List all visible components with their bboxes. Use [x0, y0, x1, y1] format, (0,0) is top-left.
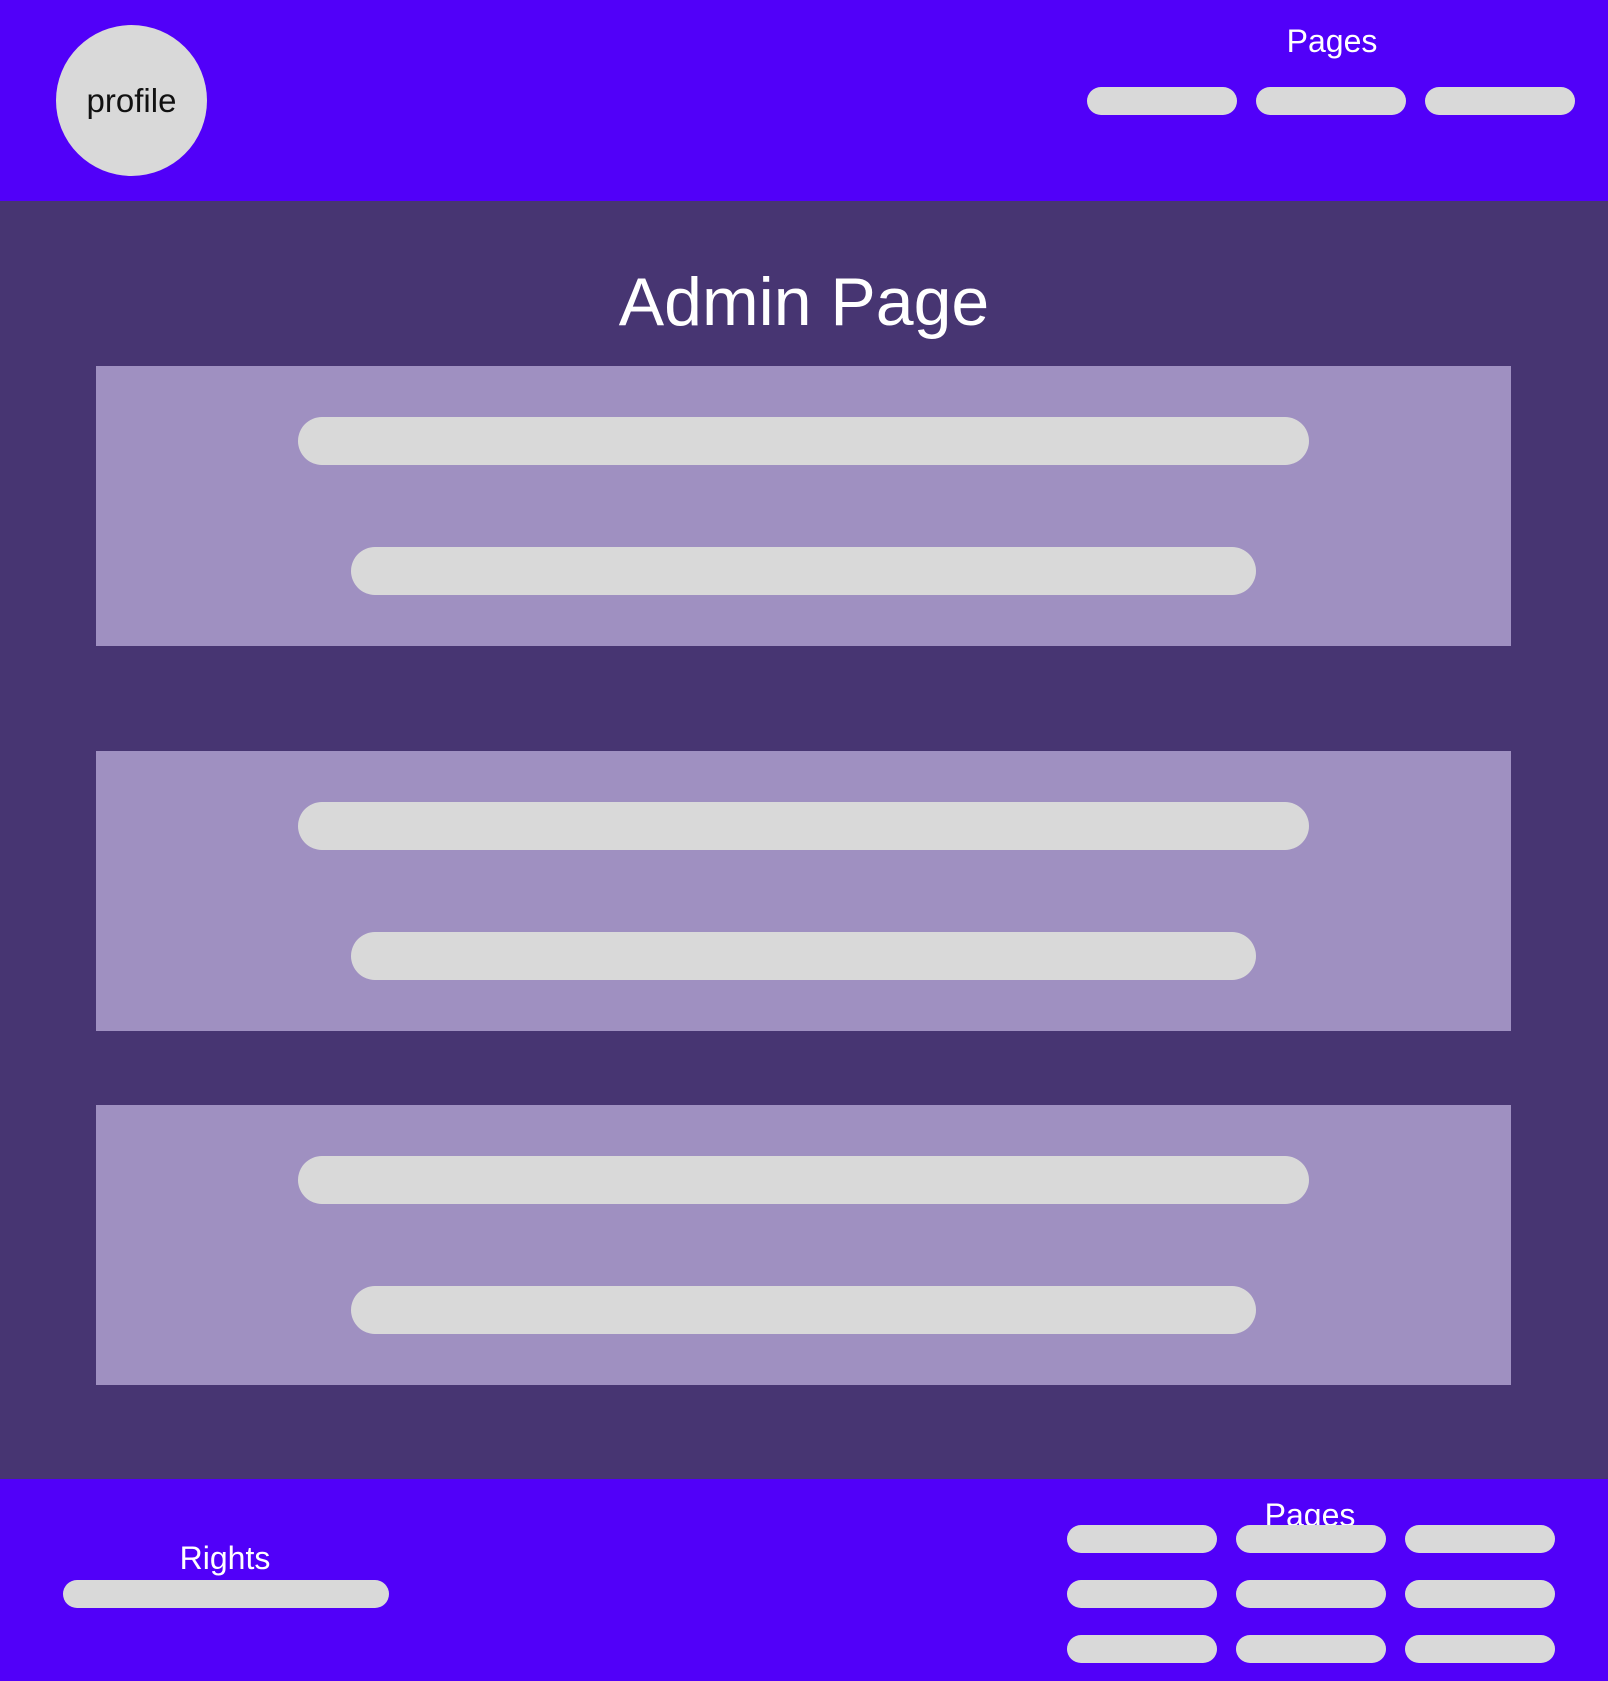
header: profile Pages [0, 0, 1608, 201]
profile-label: profile [86, 81, 177, 119]
footer-nav-item-1[interactable] [1067, 1525, 1217, 1553]
header-nav-item-1[interactable] [1087, 87, 1237, 115]
footer-nav-item-7[interactable] [1067, 1635, 1217, 1663]
admin-panel-1 [96, 366, 1511, 646]
footer-nav-item-8[interactable] [1236, 1635, 1386, 1663]
panel-1-line-1 [298, 417, 1309, 465]
panel-3-line-1 [298, 1156, 1309, 1204]
profile-avatar-button[interactable]: profile [56, 25, 207, 176]
header-nav-heading: Pages [1286, 23, 1378, 59]
footer-nav-item-4[interactable] [1067, 1580, 1217, 1608]
panel-2-line-1 [298, 802, 1309, 850]
footer-nav-item-3[interactable] [1405, 1525, 1555, 1553]
page-title: Admin Page [618, 264, 990, 340]
admin-panel-2 [96, 751, 1511, 1031]
rights-text-placeholder [63, 1580, 389, 1608]
panel-1-line-2 [351, 547, 1256, 595]
footer-nav-item-9[interactable] [1405, 1635, 1555, 1663]
header-nav-item-2[interactable] [1256, 87, 1406, 115]
admin-panel-3 [96, 1105, 1511, 1385]
footer: Rights Pages [0, 1479, 1608, 1681]
footer-nav-item-6[interactable] [1405, 1580, 1555, 1608]
panel-3-line-2 [351, 1286, 1256, 1334]
rights-label: Rights [179, 1540, 271, 1576]
panel-2-line-2 [351, 932, 1256, 980]
footer-nav-item-5[interactable] [1236, 1580, 1386, 1608]
header-nav-item-3[interactable] [1425, 87, 1575, 115]
footer-nav-item-2[interactable] [1236, 1525, 1386, 1553]
